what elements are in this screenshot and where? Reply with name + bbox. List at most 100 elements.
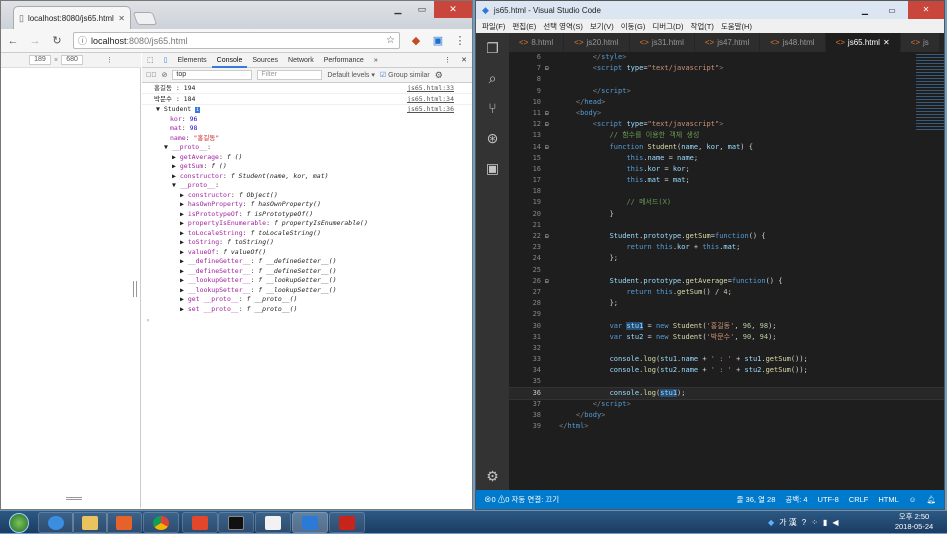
language-mode[interactable]: HTML: [878, 495, 898, 504]
code-editor[interactable]: 6 </style> 7 ⊟ <script type="text/javascr…: [509, 52, 944, 490]
editor-tab[interactable]: <> js: [900, 33, 940, 52]
filter-input[interactable]: Filter: [257, 70, 323, 80]
minimize-button[interactable]: ▁: [854, 6, 876, 15]
property-row[interactable]: ▶ valueOf: f valueOf(): [142, 248, 472, 258]
menu-icon[interactable]: ⋮: [454, 34, 466, 47]
settings-gear-icon[interactable]: ⚙: [476, 461, 509, 491]
help-icon[interactable]: ?: [802, 518, 806, 527]
property-row[interactable]: ▶ getAverage: f (): [142, 153, 472, 163]
resize-handle[interactable]: [133, 281, 137, 297]
menu-item[interactable]: 도움말(H): [721, 21, 752, 32]
tab-console[interactable]: Console: [211, 53, 248, 68]
extension-icon[interactable]: ▣: [432, 34, 444, 47]
sidebar-toggle-icon[interactable]: ▶⃞: [146, 72, 157, 79]
extension-icon[interactable]: ◆: [410, 34, 422, 47]
indentation[interactable]: 공백: 4: [785, 494, 807, 505]
property-row[interactable]: ▶ toString: f toString(): [142, 238, 472, 248]
explorer-icon[interactable]: ❐: [476, 33, 509, 63]
source-control-icon[interactable]: ⑂: [476, 93, 509, 123]
problems-status[interactable]: ⊗0 ⚠0 자동 연결: 끄기: [484, 494, 559, 505]
media-player-icon[interactable]: [106, 512, 142, 533]
close-tab-icon[interactable]: ✕: [883, 33, 890, 52]
property-row[interactable]: ▶ set __proto__: f __proto__(): [142, 305, 472, 315]
device-toggle-icon[interactable]: ▯: [159, 53, 173, 68]
property-row[interactable]: ▶ hasOwnProperty: f hasOwnProperty(): [142, 200, 472, 210]
line-ending[interactable]: CRLF: [849, 495, 869, 504]
volume-icon[interactable]: ◀: [832, 518, 838, 527]
property-row[interactable]: ▶ toLocaleString: f toLocaleString(): [142, 229, 472, 239]
editor-tab[interactable]: <> js31.html: [629, 33, 695, 52]
app-icon[interactable]: [182, 512, 218, 533]
devtools-close-icon[interactable]: ✕: [456, 53, 472, 68]
minimize-button[interactable]: ▁: [386, 1, 410, 18]
debug-icon[interactable]: ⊛: [476, 123, 509, 153]
java-icon[interactable]: [255, 512, 291, 533]
minimap[interactable]: [916, 52, 944, 132]
property-row[interactable]: ▶ get __proto__: f __proto__(): [142, 295, 472, 305]
new-tab-button[interactable]: [132, 12, 158, 25]
editor-tab[interactable]: <> js20.html: [564, 33, 630, 52]
tab-performance[interactable]: Performance: [319, 53, 369, 68]
browser-tab[interactable]: ▯ localhost:8080/js65.html ✕: [13, 6, 131, 29]
tab-elements[interactable]: Elements: [172, 53, 211, 68]
context-select[interactable]: top: [172, 70, 253, 80]
source-link[interactable]: js65.html:36: [407, 105, 454, 115]
start-button[interactable]: [4, 511, 34, 534]
property-row[interactable]: ▶ propertyIsEnumerable: f propertyIsEnum…: [142, 219, 472, 229]
menu-item[interactable]: 보기(V): [590, 21, 614, 32]
extensions-icon[interactable]: ▣: [476, 153, 509, 183]
bookmark-star-icon[interactable]: ☆: [386, 35, 395, 46]
close-window-button[interactable]: ✕: [434, 1, 472, 18]
menu-item[interactable]: 선택 영역(S): [543, 21, 583, 32]
vscode-taskbar-icon[interactable]: [292, 512, 328, 533]
close-tab-icon[interactable]: ✕: [118, 14, 125, 23]
notification-bell-icon[interactable]: 🔔︎: [926, 495, 936, 504]
devtools-menu-icon[interactable]: ⋮: [439, 53, 456, 68]
network-icon[interactable]: ▮: [823, 518, 827, 527]
source-link[interactable]: js65.html:34: [407, 94, 454, 105]
editor-tab[interactable]: <> 8.html: [509, 33, 565, 52]
property-row[interactable]: ▶ __lookupGetter__: f __lookupGetter__(): [142, 276, 472, 286]
reload-icon[interactable]: ↻: [51, 34, 63, 47]
maximize-button[interactable]: ▭: [881, 6, 903, 15]
object-root-row[interactable]: ▼ Student i js65.html:36: [142, 105, 472, 115]
device-width-input[interactable]: 189: [28, 55, 51, 65]
inner-proto-row[interactable]: ▼ __proto__:: [142, 181, 472, 191]
ie-icon[interactable]: [38, 512, 74, 533]
back-arrow-icon[interactable]: ←: [7, 35, 19, 47]
pdf-icon[interactable]: [329, 512, 365, 533]
editor-tab[interactable]: <> js65.html ✕: [825, 33, 901, 52]
menu-item[interactable]: 디버그(D): [652, 21, 683, 32]
menu-item[interactable]: 이동(G): [621, 21, 646, 32]
chrome-icon[interactable]: [143, 512, 179, 533]
folder-icon[interactable]: [72, 512, 108, 533]
clear-console-icon[interactable]: ⊘: [162, 71, 168, 79]
property-row[interactable]: ▶ __defineSetter__: f __defineSetter__(): [142, 267, 472, 277]
taskbar-clock[interactable]: 오후 2:50 2018-05-24: [888, 512, 940, 533]
tab-network[interactable]: Network: [283, 53, 319, 68]
editor-tab[interactable]: <> js47.html: [694, 33, 761, 52]
property-row[interactable]: ▶ constructor: f Object(): [142, 191, 472, 201]
editor-tab[interactable]: <> js48.html: [760, 33, 826, 52]
console-settings-icon[interactable]: ⚙: [435, 70, 443, 81]
menu-item[interactable]: 편집(E): [512, 21, 536, 32]
inspect-icon[interactable]: ⬚: [142, 53, 159, 68]
forward-arrow-icon[interactable]: →: [29, 35, 41, 47]
levels-select[interactable]: Default levels ▾: [327, 71, 374, 79]
console-prompt[interactable]: ›: [142, 316, 472, 326]
source-link[interactable]: js65.html:33: [407, 83, 454, 94]
property-row[interactable]: ▶ constructor: f Student(name, kor, mat): [142, 172, 472, 182]
property-row[interactable]: ▶ __lookupSetter__: f __lookupSetter__(): [142, 286, 472, 296]
menu-item[interactable]: 작업(T): [690, 21, 713, 32]
property-row[interactable]: ▶ __defineGetter__: f __defineGetter__(): [142, 257, 472, 267]
search-icon[interactable]: ⌕: [476, 63, 509, 93]
ime-icon[interactable]: ◆: [768, 518, 774, 527]
input-language[interactable]: 가 漢: [779, 517, 797, 528]
maximize-button[interactable]: ▭: [410, 1, 434, 18]
terminal-icon[interactable]: [218, 512, 254, 533]
feedback-smiley-icon[interactable]: ☺: [909, 495, 917, 504]
group-similar-checkbox[interactable]: ☑: [380, 71, 386, 79]
more-tabs-button[interactable]: »: [369, 53, 383, 68]
resize-handle[interactable]: [66, 497, 82, 500]
property-row[interactable]: ▶ getSum: f (): [142, 162, 472, 172]
